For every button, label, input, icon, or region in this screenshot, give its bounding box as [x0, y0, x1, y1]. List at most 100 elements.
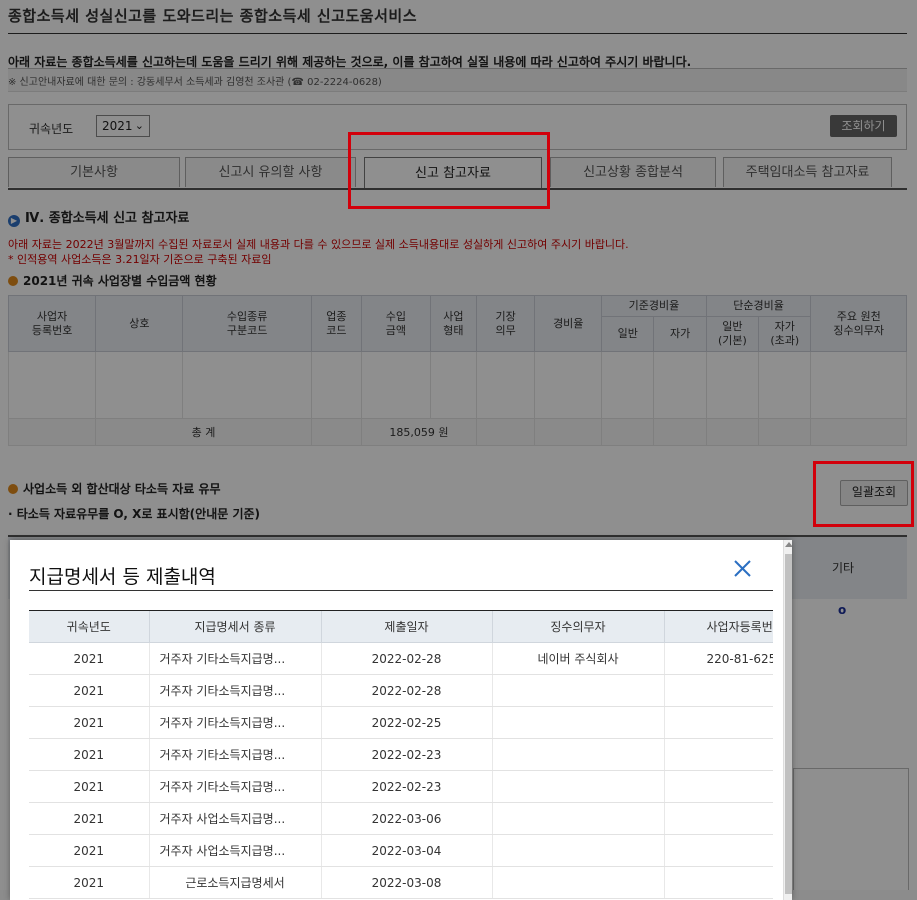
- header-bookkeeping: 기장 의무: [475, 295, 536, 352]
- cell-reg-no: 220-81-62517: [664, 642, 773, 675]
- year-label: 귀속년도: [29, 122, 74, 136]
- cell-date: 2022-02-23: [321, 738, 493, 771]
- table-row: 2021 거주자 기타소득지급명... 2022-02-25: [29, 706, 773, 739]
- year-value: 2021: [102, 119, 133, 133]
- header-name: 상호: [95, 295, 184, 352]
- header-expense-rate: 경비율: [534, 295, 603, 352]
- income-table: 사업자 등록번호 상호 수입종류 구분코드 업종 코드 수입 금액 사업 형태 기장 의무 …: [7, 295, 907, 446]
- column-header: 지급명세서 종류: [149, 611, 322, 643]
- table-row: [7, 351, 907, 419]
- cell-reg-no: [664, 706, 773, 739]
- section-title: ▶ Ⅳ. 종합소득세 신고 참고자료: [8, 207, 189, 227]
- cell-date: 2022-02-28: [321, 674, 493, 707]
- cell-type: 거주자 기타소득지급명...: [149, 770, 322, 803]
- cell-reg-no: [664, 770, 773, 803]
- cell-reg-no: [664, 834, 773, 867]
- total-row: 총 계 185,059 원: [7, 418, 907, 446]
- other-value: o: [838, 603, 847, 617]
- cell-year: 2021: [29, 642, 150, 675]
- cell-type: 거주자 기타소득지급명...: [149, 642, 322, 675]
- cell-reg-no: [664, 738, 773, 771]
- cell-year: 2021: [29, 738, 150, 771]
- modal-divider: [29, 590, 773, 591]
- total-label: 총 계: [95, 418, 312, 446]
- column-header: 귀속년도: [29, 611, 150, 643]
- modal-title: 지급명세서 등 제출내역: [29, 566, 216, 588]
- background-panel: [793, 768, 909, 890]
- title-divider: [8, 33, 907, 34]
- header-std-self: 자가: [653, 316, 707, 352]
- contact-bar: ※ 신고안내자료에 대한 문의 : 강동세무서 소득세과 김영천 조사관 (☎ …: [8, 68, 907, 92]
- header-other: 기타: [832, 561, 855, 575]
- query-button[interactable]: 조회하기: [830, 115, 897, 137]
- cell-date: 2022-03-06: [321, 802, 493, 835]
- header-std-rate: 기준경비율: [601, 295, 707, 317]
- tab-bar: 기본사항 신고시 유의할 사항 신고 참고자료 신고상황 종합분석 주택임대소득…: [8, 157, 907, 190]
- bullet-icon: [8, 484, 18, 494]
- column-header: 사업자등록번호: [664, 611, 773, 643]
- modal-scrollbar[interactable]: [783, 540, 792, 900]
- cell-type: 거주자 사업소득지급명...: [149, 834, 322, 867]
- scroll-thumb[interactable]: [785, 554, 792, 894]
- bullet-icon: [8, 276, 18, 286]
- search-box: 귀속년도 2021 ⌄ 조회하기: [8, 104, 907, 150]
- modal-table-viewport[interactable]: 귀속년도 지급명세서 종류 제출일자 징수의무자 사업자등록번호 2021 거주…: [29, 610, 773, 900]
- other-income-title: 사업소득 외 합산대상 타소득 자료 유무: [8, 480, 221, 497]
- arrow-right-icon: ▶: [8, 215, 20, 227]
- cell-payer: 네이버 주식회사: [492, 642, 665, 675]
- table-row: 2021 거주자 사업소득지급명... 2022-03-04: [29, 834, 773, 867]
- payment-statement-modal: 지급명세서 등 제출내역 귀속년도 지급명세서 종류 제출일자 징수의무자 사업…: [10, 540, 792, 900]
- cell-payer: [492, 866, 665, 899]
- column-header: 징수의무자: [492, 611, 665, 643]
- column-header: 제출일자: [321, 611, 493, 643]
- table-row: 2021 거주자 기타소득지급명... 2022-02-23: [29, 770, 773, 803]
- tab-analysis[interactable]: 신고상황 종합분석: [550, 157, 716, 187]
- header-code: 수입종류 구분코드: [182, 295, 312, 352]
- section-title-text: Ⅳ. 종합소득세 신고 참고자료: [25, 211, 190, 226]
- table-row: 2021 거주자 기타소득지급명... 2022-02-28 네이버 주식회사 …: [29, 642, 773, 675]
- scroll-up-icon[interactable]: [785, 542, 792, 547]
- tab-caution[interactable]: 신고시 유의할 사항: [185, 157, 356, 187]
- cell-date: 2022-02-28: [321, 642, 493, 675]
- header-simple-general: 일반 (기본): [705, 316, 760, 352]
- cell-payer: [492, 834, 665, 867]
- cell-payer: [492, 770, 665, 803]
- cell-payer: [492, 706, 665, 739]
- tabs-divider: [8, 188, 907, 190]
- cell-reg-no: [664, 866, 773, 899]
- cell-date: 2022-03-04: [321, 834, 493, 867]
- cell-type: 거주자 기타소득지급명...: [149, 674, 322, 707]
- header-industry: 업종 코드: [310, 295, 363, 352]
- cell-year: 2021: [29, 706, 150, 739]
- header-revenue: 수입 금액: [361, 295, 431, 352]
- bulk-query-button[interactable]: 일괄조회: [840, 480, 908, 506]
- cell-year: 2021: [29, 866, 150, 899]
- income-section-title-text: 2021년 귀속 사업장별 수입금액 현황: [23, 274, 217, 288]
- cell-payer: [492, 738, 665, 771]
- tab-housing-rental[interactable]: 주택임대소득 참고자료: [723, 157, 892, 187]
- other-income-note: · 타소득 자료유무를 O, X로 표시함(안내문 기준): [8, 507, 261, 521]
- header-simple-self: 자가 (초과): [758, 316, 812, 352]
- cell-year: 2021: [29, 674, 150, 707]
- page-title: 종합소득세 성실신고를 도와드리는 종합소득세 신고도움서비스: [8, 7, 417, 25]
- cell-payer: [492, 802, 665, 835]
- close-icon[interactable]: [730, 556, 756, 582]
- total-amount: 185,059 원: [361, 418, 477, 446]
- cell-year: 2021: [29, 770, 150, 803]
- table-row: 2021 거주자 기타소득지급명... 2022-02-28: [29, 674, 773, 707]
- warning-text: 아래 자료는 2022년 3월말까지 수집된 자료로서 실제 내용과 다를 수 …: [8, 238, 629, 251]
- contact-text: ※ 신고안내자료에 대한 문의 : 강동세무서 소득세과 김영천 조사관 (☎ …: [8, 77, 382, 88]
- table-header-row: 귀속년도 지급명세서 종류 제출일자 징수의무자 사업자등록번호: [29, 611, 773, 643]
- tab-reference[interactable]: 신고 참고자료: [364, 157, 542, 190]
- cell-reg-no: [664, 802, 773, 835]
- payment-table: 귀속년도 지급명세서 종류 제출일자 징수의무자 사업자등록번호 2021 거주…: [29, 611, 773, 899]
- tab-basic[interactable]: 기본사항: [8, 157, 180, 187]
- cell-year: 2021: [29, 802, 150, 835]
- table-row: 2021 근로소득지급명세서 2022-03-08: [29, 866, 773, 899]
- cell-payer: [492, 674, 665, 707]
- header-simple-rate: 단순경비율: [705, 295, 812, 317]
- header-biz-type: 사업 형태: [429, 295, 477, 352]
- table-row: 2021 거주자 사업소득지급명... 2022-03-06: [29, 802, 773, 835]
- year-select[interactable]: 2021 ⌄: [96, 115, 150, 137]
- income-section-title: 2021년 귀속 사업장별 수입금액 현황: [8, 272, 217, 289]
